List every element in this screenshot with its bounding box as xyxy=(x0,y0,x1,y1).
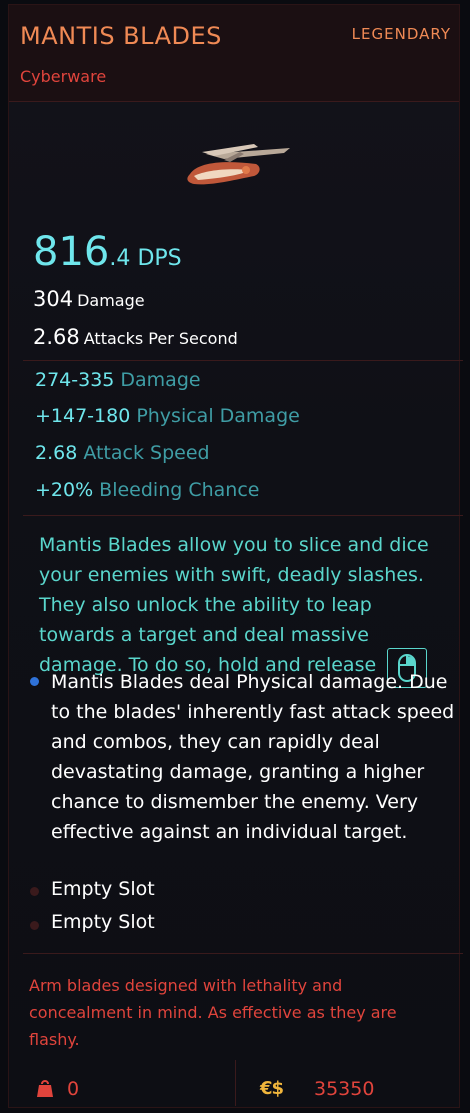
mod-line: chance to dismember the enemy. Very xyxy=(51,791,419,813)
description-line: Mantis Blades allow you to slice and dic… xyxy=(39,534,429,556)
stat-label: Bleeding Chance xyxy=(99,479,260,501)
stat-value: 2.68 xyxy=(35,442,78,464)
mod-line: effective against an individual target. xyxy=(51,821,408,843)
dps-readout: 816.4 DPS xyxy=(33,229,182,275)
mod-description: Mantis Blades deal Physical damage. Due … xyxy=(51,667,470,847)
description-line: They also unlock the ability to leap xyxy=(39,594,372,616)
mod-line: devastating damage, granting a higher xyxy=(51,761,425,783)
summary-damage-value: 304 xyxy=(33,287,74,311)
mod-bullet-icon xyxy=(30,677,39,686)
summary-aps-label: Attacks Per Second xyxy=(83,329,238,348)
lore-text: Arm blades designed with lethality and c… xyxy=(29,972,449,1053)
divider xyxy=(23,953,463,954)
footer-divider xyxy=(235,1060,236,1106)
empty-slot-label: Empty Slot xyxy=(51,878,155,900)
stat-label: Damage xyxy=(120,369,201,391)
item-tooltip: MANTIS BLADES LEGENDARY Cyberware 816.4 … xyxy=(8,4,463,1108)
mantis-blades-image xyxy=(187,144,290,185)
empty-slot-label: Empty Slot xyxy=(51,911,155,933)
weight-icon xyxy=(37,1080,53,1097)
description-line: towards a target and deal massive xyxy=(39,624,369,646)
dps-integer: 816 xyxy=(33,229,110,275)
stat-label: Physical Damage xyxy=(136,405,300,427)
summary-damage-label: Damage xyxy=(77,291,145,310)
divider xyxy=(23,515,463,516)
rarity-label: LEGENDARY xyxy=(351,25,451,43)
empty-slot-icon xyxy=(30,921,39,930)
item-type: Cyberware xyxy=(20,67,107,86)
lore-line: flashy. xyxy=(29,1030,80,1049)
mod-line: and combos, they can rapidly deal xyxy=(51,731,380,753)
stat-label: Attack Speed xyxy=(83,442,210,464)
summary-aps-value: 2.68 xyxy=(33,325,80,349)
tooltip-header xyxy=(9,5,459,102)
price-value: 35350 xyxy=(314,1078,375,1100)
weight-value: 0 xyxy=(67,1078,80,1100)
mod-line: Mantis Blades deal Physical damage. Due xyxy=(51,671,448,693)
stat-value: +147-180 xyxy=(35,405,131,427)
stat-line: +20% Bleeding Chance xyxy=(35,479,259,501)
lore-line: Arm blades designed with lethality and xyxy=(29,976,343,995)
stat-line: 2.68 Attack Speed xyxy=(35,442,210,464)
empty-slot-icon xyxy=(30,887,39,896)
eurodollar-icon: €$ xyxy=(260,1078,284,1099)
summary-aps: 2.68 Attacks Per Second xyxy=(33,325,238,349)
description-line: your enemies with swift, deadly slashes. xyxy=(39,564,424,586)
stat-value: +20% xyxy=(35,479,94,501)
stat-line: +147-180 Physical Damage xyxy=(35,405,300,427)
item-description: Mantis Blades allow you to slice and dic… xyxy=(39,530,439,680)
item-name: MANTIS BLADES xyxy=(20,22,222,50)
divider xyxy=(23,360,463,361)
stat-value: 274-335 xyxy=(35,369,115,391)
stat-line: 274-335 Damage xyxy=(35,369,201,391)
mod-line: to the blades' inherently fast attack sp… xyxy=(51,701,455,723)
dps-decimal: .4 xyxy=(109,246,131,271)
lore-line: concealment in mind. As effective as the… xyxy=(29,1003,397,1022)
summary-damage: 304 Damage xyxy=(33,287,145,311)
dps-unit: DPS xyxy=(137,246,182,271)
